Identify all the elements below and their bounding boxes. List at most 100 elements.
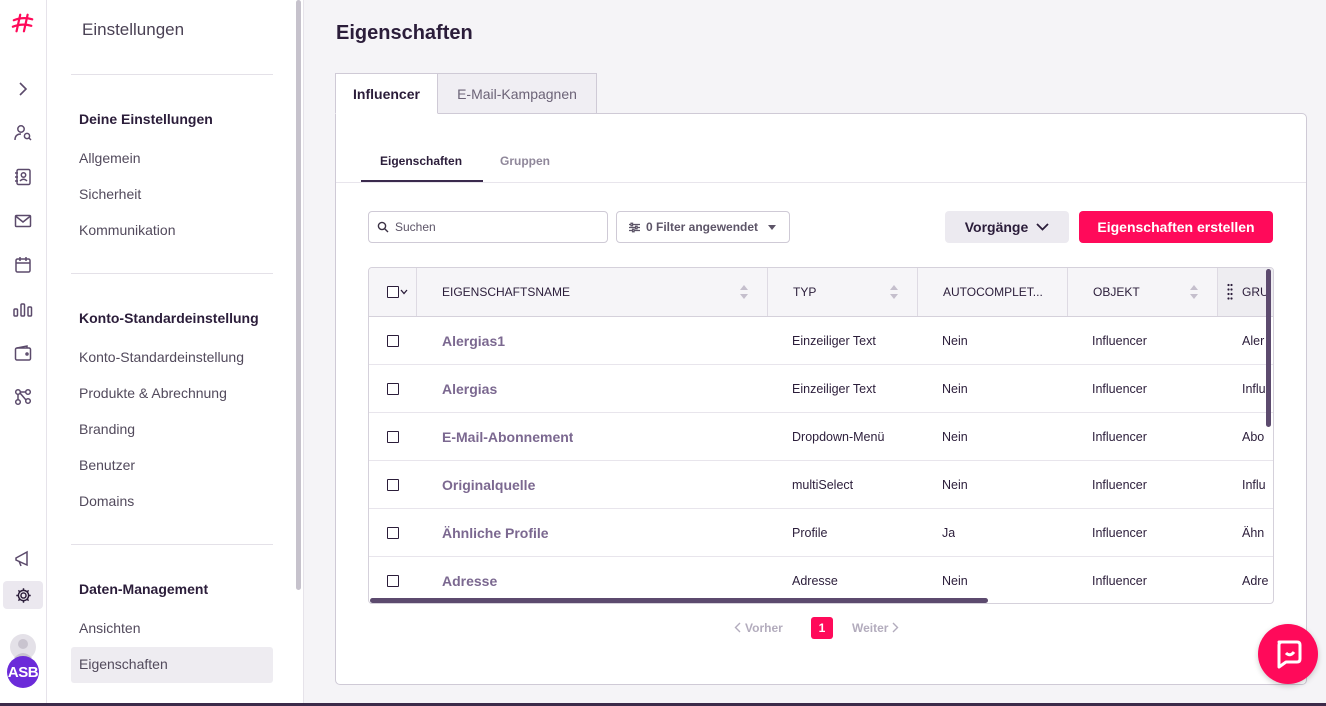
column-header-label: EIGENSCHAFTSNAME <box>442 285 571 299</box>
cell-object: Influencer <box>1092 429 1147 444</box>
cell-group: Influ <box>1242 477 1266 492</box>
property-name-link[interactable]: E-Mail-Abonnement <box>442 413 573 460</box>
cell-type: Adresse <box>792 573 838 588</box>
help-chat-button[interactable] <box>1258 624 1318 684</box>
pagination-prev-label: Vorher <box>745 621 783 635</box>
subtab-eigenschaften[interactable]: Eigenschaften <box>380 154 462 168</box>
sidebar-title: Einstellungen <box>82 20 185 39</box>
sidebar-item-allgemein[interactable]: Allgemein <box>79 150 140 166</box>
search-input[interactable] <box>395 220 595 234</box>
property-name-link[interactable]: Alergias1 <box>442 317 505 364</box>
create-property-button[interactable]: Eigenschaften erstellen <box>1079 211 1273 243</box>
row-checkbox-cell <box>387 461 399 508</box>
row-checkbox[interactable] <box>387 382 399 395</box>
table-row[interactable]: Ähnliche Profile Profile Ja Influencer Ä… <box>369 509 1273 557</box>
contacts-icon[interactable] <box>11 165 35 189</box>
search-icon <box>377 221 389 233</box>
row-checkbox-cell <box>387 509 399 556</box>
pagination-prev[interactable]: Vorher <box>734 621 783 635</box>
table-row[interactable]: Alergias Einzeiliger Text Nein Influence… <box>369 365 1273 413</box>
cell-object: Influencer <box>1092 573 1147 588</box>
row-checkbox[interactable] <box>387 430 399 443</box>
column-header-autocomplete[interactable]: AUTOCOMPLET... <box>918 268 1068 316</box>
table-row[interactable]: E-Mail-Abonnement Dropdown-Menü Nein Inf… <box>369 413 1273 461</box>
property-name-link[interactable]: Adresse <box>442 557 497 603</box>
properties-card: Eigenschaften Gruppen 0 Filter angewende… <box>335 113 1307 685</box>
sidebar-item-ansichten[interactable]: Ansichten <box>79 620 140 636</box>
settings-sidebar: Einstellungen Deine Einstellungen Allgem… <box>47 0 304 706</box>
cell-autocomplete: Ja <box>942 525 956 540</box>
sort-icon[interactable] <box>1189 282 1199 302</box>
column-header-name[interactable]: EIGENSCHAFTSNAME <box>417 268 768 316</box>
cell-autocomplete: Nein <box>942 573 968 588</box>
cell-type: multiSelect <box>792 477 854 492</box>
operations-label: Vorgänge <box>964 219 1029 235</box>
workflow-icon[interactable] <box>11 385 35 409</box>
sidebar-item-produkte[interactable]: Produkte & Abrechnung <box>79 385 227 401</box>
sidebar-item-eigenschaften[interactable]: Eigenschaften <box>79 656 168 672</box>
sort-icon[interactable] <box>889 282 899 302</box>
property-name-link[interactable]: Ähnliche Profile <box>442 509 549 556</box>
divider <box>336 182 1306 183</box>
chevron-right-icon <box>892 622 899 633</box>
pagination-current-page[interactable]: 1 <box>811 617 833 639</box>
row-checkbox[interactable] <box>387 478 399 491</box>
analytics-icon[interactable] <box>11 297 35 321</box>
settings-gear-icon[interactable] <box>3 581 43 609</box>
chat-bubble-icon <box>1277 640 1302 669</box>
table-row[interactable]: Alergias1 Einzeiliger Text Nein Influenc… <box>369 317 1273 365</box>
column-header-object[interactable]: OBJEKT <box>1068 268 1218 316</box>
horizontal-scrollbar[interactable] <box>370 598 988 603</box>
row-checkbox[interactable] <box>387 526 399 539</box>
sidebar-item-branding[interactable]: Branding <box>79 421 135 437</box>
sort-icon[interactable] <box>739 282 749 302</box>
operations-dropdown-button[interactable]: Vorgänge <box>945 211 1069 243</box>
filter-sliders-icon <box>629 222 640 232</box>
user-search-icon[interactable] <box>11 121 35 145</box>
mail-icon[interactable] <box>11 209 35 233</box>
cell-type: Einzeiliger Text <box>792 333 876 348</box>
calendar-icon[interactable] <box>11 253 35 277</box>
property-name-link[interactable]: Originalquelle <box>442 461 535 508</box>
cell-type: Dropdown-Menü <box>792 429 885 444</box>
tab-influencer[interactable]: Influencer <box>335 73 438 114</box>
cell-type: Profile <box>792 525 828 540</box>
main-content: Eigenschaften Influencer E-Mail-Kampagne… <box>304 0 1326 706</box>
table-row[interactable]: Originalquelle multiSelect Nein Influenc… <box>369 461 1273 509</box>
cell-group: Adre <box>1242 573 1269 588</box>
property-name-link[interactable]: Alergias <box>442 365 497 412</box>
sidebar-item-benutzer[interactable]: Benutzer <box>79 457 135 473</box>
row-checkbox[interactable] <box>387 574 399 587</box>
filter-dropdown[interactable]: 0 Filter angewendet <box>616 211 790 243</box>
cell-object: Influencer <box>1092 477 1147 492</box>
section-heading: Konto-Standardeinstellung <box>79 310 259 326</box>
select-all-checkbox[interactable] <box>387 286 399 298</box>
sidebar-item-konto[interactable]: Konto-Standardeinstellung <box>79 349 244 365</box>
expand-chevron-icon[interactable] <box>11 77 35 101</box>
sidebar-item-sicherheit[interactable]: Sicherheit <box>79 186 141 202</box>
subtab-gruppen[interactable]: Gruppen <box>500 154 550 168</box>
avatar[interactable]: ASB <box>7 656 39 688</box>
tab-email-kampagnen[interactable]: E-Mail-Kampagnen <box>437 73 597 114</box>
row-checkbox-cell <box>387 365 399 412</box>
table-row[interactable]: Adresse Adresse Nein Influencer Adre <box>369 557 1273 603</box>
row-checkbox[interactable] <box>387 334 399 347</box>
logo-icon[interactable] <box>11 11 35 35</box>
vertical-scrollbar[interactable] <box>1266 269 1271 427</box>
icon-rail: ASB <box>0 0 47 706</box>
wallet-icon[interactable] <box>11 341 35 365</box>
cell-object: Influencer <box>1092 525 1147 540</box>
sidebar-item-kommunikation[interactable]: Kommunikation <box>79 222 176 238</box>
column-header-type[interactable]: TYP <box>768 268 918 316</box>
column-header-label: AUTOCOMPLET... <box>943 285 1043 299</box>
search-box[interactable] <box>368 211 608 243</box>
drag-handle-icon[interactable] <box>1227 283 1233 301</box>
sidebar-scrollbar[interactable] <box>296 0 301 590</box>
pagination-next[interactable]: Weiter <box>852 621 899 635</box>
megaphone-icon[interactable] <box>11 547 35 571</box>
column-header-label: OBJEKT <box>1093 285 1140 299</box>
select-all-header[interactable] <box>369 268 417 316</box>
sidebar-item-domains[interactable]: Domains <box>79 493 134 509</box>
chevron-down-icon[interactable] <box>400 289 408 295</box>
row-checkbox-cell <box>387 557 399 603</box>
